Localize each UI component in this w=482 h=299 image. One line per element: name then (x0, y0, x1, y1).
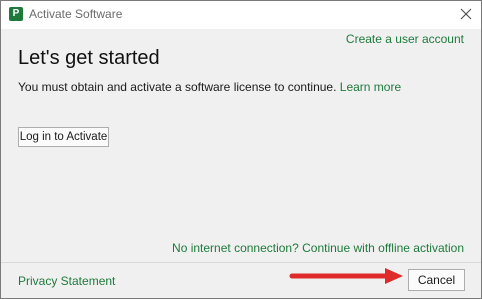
learn-more-link[interactable]: Learn more (340, 80, 401, 94)
create-user-account-link[interactable]: Create a user account (346, 32, 464, 46)
red-arrow-right-icon (289, 268, 403, 284)
description-text: You must obtain and activate a software … (18, 80, 337, 94)
cancel-button[interactable]: Cancel (408, 269, 465, 291)
offline-activation-link[interactable]: No internet connection? Continue with of… (172, 241, 464, 255)
log-in-to-activate-button[interactable]: Log in to Activate (18, 127, 109, 147)
page-title: Let's get started (18, 47, 160, 69)
activate-software-dialog: P Activate Software Create a user accoun… (0, 0, 482, 299)
license-description: You must obtain and activate a software … (18, 80, 401, 94)
footer-divider (1, 262, 481, 263)
window-title: Activate Software (29, 7, 123, 21)
app-logo-icon: P (9, 7, 23, 21)
close-icon[interactable] (459, 7, 473, 21)
privacy-statement-link[interactable]: Privacy Statement (18, 274, 115, 288)
title-bar: P Activate Software (1, 1, 481, 29)
